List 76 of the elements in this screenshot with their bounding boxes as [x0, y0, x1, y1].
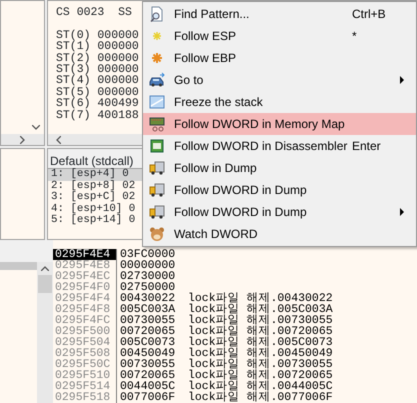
value-cell: 0044005C — [116, 381, 188, 392]
car-icon — [149, 72, 165, 88]
value-cell: 03FC0000 — [116, 249, 188, 260]
animal-head-icon — [149, 226, 165, 242]
register-line: ST(4) 000000 — [56, 75, 139, 87]
menu-item[interactable]: Go to — [143, 69, 416, 91]
menu-label: Follow ESP — [174, 28, 238, 45]
menu-label: Watch DWORD — [174, 226, 259, 243]
comment-cell: lock파일 해제.005C0073 — [188, 337, 333, 348]
register-line: CS 0023 SS — [56, 7, 132, 18]
menu-label: Find Pattern... — [174, 6, 250, 23]
comment-cell: lock파일 해제.00730055 — [188, 359, 333, 370]
menu-item[interactable]: Follow DWORD in Dump — [143, 201, 416, 223]
menu-label: Follow DWORD in Memory Map — [174, 116, 346, 133]
star-icon — [149, 50, 165, 66]
address-cell[interactable]: 0295F4E4 — [53, 249, 116, 260]
register-line: ST(6) 400499 — [56, 98, 139, 110]
truck-icon — [149, 182, 165, 198]
value-cell: 02750000 — [116, 282, 188, 293]
menu-item[interactable]: Find Pattern... Ctrl+B — [143, 3, 416, 25]
menu-label: Follow DWORD in Dump — [174, 182, 308, 199]
comment-cell: lock파일 해제.00720065 — [188, 326, 333, 337]
scrollbar[interactable] — [1, 134, 44, 145]
truck-icon — [149, 204, 165, 220]
value-cell: 005C003A — [116, 304, 188, 315]
value-cell: 00450049 — [116, 348, 188, 359]
register-line: ST(3) 000000 — [56, 64, 139, 76]
value-cell: 005C0073 — [116, 337, 188, 348]
value-cell: 00720065 — [116, 326, 188, 337]
stack-row[interactable]: 3: [esp+C] 02 — [51, 192, 136, 204]
scroll-left-icon[interactable] — [56, 136, 61, 144]
doc-search-icon — [149, 6, 165, 22]
comment-cell: lock파일 해제.005C003A — [188, 304, 333, 315]
value-cell: 00730055 — [116, 315, 188, 326]
menu-item[interactable]: Watch DWORD — [143, 223, 416, 245]
comment-cell: lock파일 해제.00720065 — [188, 370, 333, 381]
comment-cell: lock파일 해제.00450049 — [188, 348, 333, 359]
value-cell: 00000000 — [116, 260, 188, 271]
menu-item[interactable]: Freeze the stack — [143, 91, 416, 113]
register-line: ST(7) 400188 — [56, 110, 139, 121]
comment-cell: lock파일 해제.0044005C — [188, 381, 333, 392]
comment-cell: lock파일 해제.00730055 — [188, 315, 333, 326]
shortcut-label: Ctrl+B — [352, 6, 387, 23]
value-cell: 00730055 — [116, 359, 188, 370]
register-line: ST(2) 000000 — [56, 52, 139, 64]
register-line: ST(0) 000000 — [56, 30, 139, 42]
stack-row[interactable]: 4: [esp+10] 0 — [51, 204, 136, 215]
shortcut-label: * — [352, 28, 358, 45]
comment-cell: lock파일 해제.00430022 — [188, 293, 333, 304]
menu-label: Freeze the stack — [174, 94, 264, 111]
scroll-right-icon[interactable] — [20, 136, 25, 144]
stack-row[interactable]: 5: [esp+14] 0 — [51, 215, 136, 226]
window-icon — [149, 94, 165, 110]
value-cell: 02730000 — [116, 271, 188, 282]
menu-label: Follow EBP — [174, 50, 238, 67]
comment-cell: lock파일 해제.0077006F — [188, 392, 333, 403]
stack-row[interactable]: 2: [esp+8] 02 — [51, 180, 136, 192]
scroll-down-icon[interactable] — [32, 125, 40, 130]
value-cell: 00430022 — [116, 293, 188, 304]
menu-label: Go to — [174, 72, 204, 89]
menu-item[interactable]: Follow DWORD in Dump — [143, 179, 416, 201]
menu-item[interactable]: Follow DWORD in Memory Map — [143, 113, 416, 135]
menu-item[interactable]: Follow EBP — [143, 47, 416, 69]
stack-row[interactable]: 1: [esp+4] 0 — [51, 169, 129, 180]
scrollbar[interactable] — [37, 262, 53, 403]
menu-item[interactable]: Follow ESP * — [143, 25, 416, 47]
chip-icon — [149, 116, 165, 132]
chip-icon — [149, 138, 165, 154]
scroll-thumb[interactable] — [38, 275, 52, 293]
register-line: ST(1) 000000 — [56, 41, 139, 53]
value-cell: 0077006F — [116, 392, 188, 403]
register-line: ST(5) 000000 — [56, 86, 139, 98]
value-cell: 00720065 — [116, 370, 188, 381]
truck-icon — [149, 160, 165, 176]
menu-label: Follow DWORD in Dump — [174, 204, 308, 221]
scroll-up-icon[interactable] — [41, 266, 49, 271]
